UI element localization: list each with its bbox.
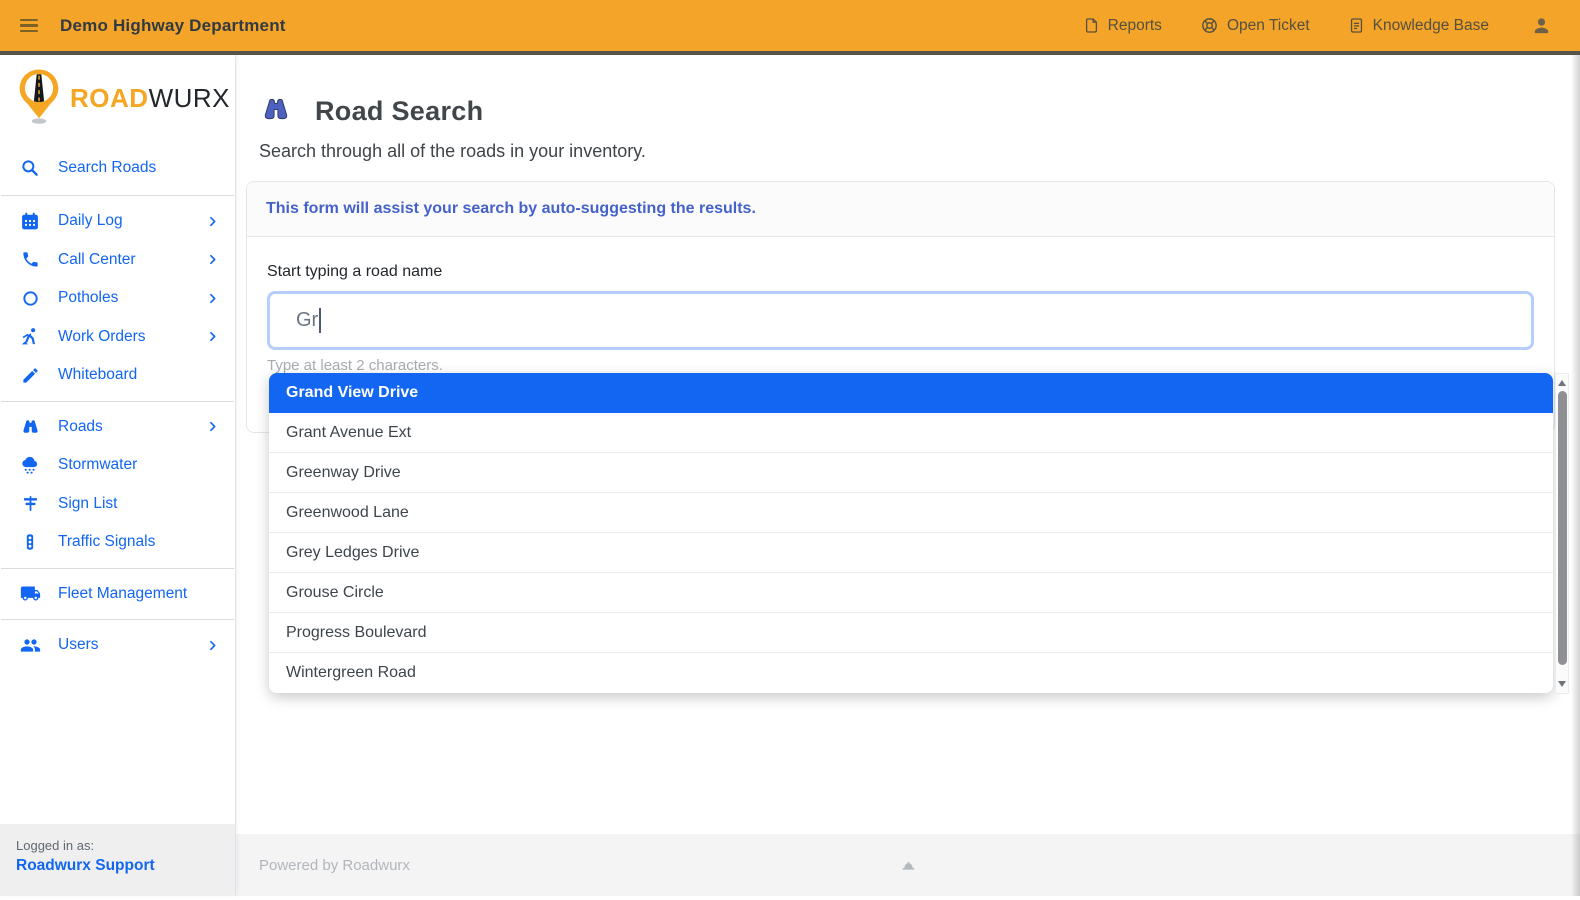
hard-hat-icon — [899, 857, 918, 874]
knowledge-base-link[interactable]: Knowledge Base — [1348, 16, 1489, 35]
open-ticket-label: Open Ticket — [1226, 16, 1310, 34]
sidebar-item-traffic-signals[interactable]: Traffic Signals — [0, 523, 235, 562]
binoculars-icon — [257, 93, 295, 130]
sidebar-item-label: Search Roads — [58, 159, 157, 176]
sidebar-item-label: Users — [58, 636, 99, 654]
suggestion-option[interactable]: Greenway Drive — [269, 453, 1553, 493]
scroll-up-arrow-icon[interactable] — [1558, 380, 1566, 386]
input-hint: Type at least 2 characters. — [267, 357, 443, 374]
divider — [1, 400, 234, 402]
sidebar-item-search-roads[interactable]: Search Roads — [0, 147, 235, 189]
scrollbar-thumb[interactable] — [1557, 391, 1567, 665]
doc-text-icon — [1348, 16, 1365, 35]
map-pin-road-icon — [17, 68, 61, 129]
binoculars-icon — [19, 416, 41, 437]
sidebar-item-label: Roads — [58, 417, 103, 435]
life-ring-icon — [1200, 16, 1219, 35]
sidebar-item-label: Daily Log — [58, 212, 123, 230]
file-icon — [1083, 16, 1100, 35]
page-title: Road Search — [315, 96, 484, 126]
reports-label: Reports — [1107, 16, 1162, 34]
chevron-right-icon — [206, 639, 219, 652]
roadwurx-logo[interactable]: ROADWURX — [0, 55, 235, 137]
sidebar-item-label: Whiteboard — [58, 366, 138, 384]
divider — [1, 619, 234, 620]
dropdown-scrollbar[interactable] — [1555, 373, 1569, 694]
suggestion-option[interactable]: Progress Boulevard — [269, 613, 1553, 653]
sidebar-item-whiteboard[interactable]: Whiteboard — [0, 356, 235, 395]
main-footer: Powered by Roadwurx — [236, 834, 1580, 896]
sidebar-item-label: Sign List — [58, 494, 118, 512]
form-info-text: This form will assist your search by aut… — [266, 200, 756, 217]
chevron-right-icon — [206, 292, 219, 305]
rain-cloud-icon — [19, 455, 41, 476]
sidebar: ROADWURX Search Roads Daily Log Call Cen… — [0, 55, 236, 896]
scroll-down-arrow-icon[interactable] — [1558, 681, 1566, 687]
autocomplete-dropdown: Grand View Drive Grant Avenue Ext Greenw… — [269, 373, 1553, 693]
sidebar-item-users[interactable]: Users — [0, 626, 235, 665]
sidebar-item-label: Fleet Management — [58, 584, 188, 602]
logo-wordmark: ROADWURX — [70, 83, 230, 113]
organization-title: Demo Highway Department — [60, 15, 286, 35]
sidebar-footer: Logged in as: Roadwurx Support — [0, 824, 235, 896]
sidebar-item-label: Traffic Signals — [58, 533, 156, 551]
hamburger-icon[interactable] — [20, 18, 38, 33]
sidebar-item-stormwater[interactable]: Stormwater — [0, 446, 235, 485]
sidebar-item-call-center[interactable]: Call Center — [0, 241, 235, 280]
traffic-light-icon — [19, 532, 41, 552]
pen-icon — [19, 366, 41, 385]
card-header: This form will assist your search by aut… — [247, 182, 1554, 237]
chevron-right-icon — [206, 330, 219, 343]
topbar-links: Reports Open Ticket Knowledge Base — [1083, 16, 1489, 35]
divider — [1, 567, 234, 569]
road-name-input-value: Gr — [296, 309, 319, 331]
suggestion-option[interactable]: Grouse Circle — [269, 573, 1553, 613]
card-body: Start typing a road name Gr Type at leas… — [247, 237, 1554, 374]
truck-icon — [19, 583, 41, 604]
circle-icon — [19, 289, 41, 308]
sidebar-item-label: Call Center — [58, 250, 136, 268]
topbar: Demo Highway Department Reports Open Tic… — [0, 0, 1580, 55]
sidebar-item-label: Potholes — [58, 289, 119, 307]
chevron-right-icon — [206, 253, 219, 266]
reports-link[interactable]: Reports — [1083, 16, 1162, 35]
suggestion-option[interactable]: Grey Ledges Drive — [269, 533, 1553, 573]
sidebar-item-label: Work Orders — [58, 327, 146, 345]
sidebar-item-sign-list[interactable]: Sign List — [0, 485, 235, 524]
sidebar-item-daily-log[interactable]: Daily Log — [0, 202, 235, 241]
sidebar-item-fleet-management[interactable]: Fleet Management — [0, 575, 235, 614]
main-content: Road Search Search through all of the ro… — [236, 55, 1580, 896]
logged-in-label: Logged in as: — [16, 838, 95, 853]
sidebar-item-potholes[interactable]: Potholes — [0, 279, 235, 318]
worker-icon — [19, 326, 41, 347]
street-sign-icon — [19, 494, 41, 513]
suggestion-option[interactable]: Grant Avenue Ext — [269, 413, 1553, 453]
text-caret — [319, 308, 322, 333]
powered-by-text: Powered by Roadwurx — [259, 856, 410, 874]
suggestion-option[interactable]: Greenwood Lane — [269, 493, 1553, 533]
sidebar-item-label: Stormwater — [58, 456, 138, 474]
logged-in-user-link[interactable]: Roadwurx Support — [16, 857, 219, 875]
sidebar-item-work-orders[interactable]: Work Orders — [0, 318, 235, 357]
suggestion-option-selected[interactable]: Grand View Drive — [269, 373, 1553, 413]
search-icon — [19, 158, 41, 178]
suggestion-option[interactable]: Wintergreen Road — [269, 653, 1553, 693]
divider — [1, 195, 234, 196]
users-icon — [19, 635, 41, 656]
chevron-right-icon — [206, 420, 219, 433]
page-subtitle: Search through all of the roads in your … — [259, 141, 646, 161]
knowledge-base-label: Knowledge Base — [1372, 16, 1489, 34]
calendar-icon — [19, 211, 41, 231]
chevron-right-icon — [206, 215, 219, 228]
user-icon[interactable] — [1531, 15, 1552, 36]
phone-icon — [19, 250, 41, 269]
road-name-label: Start typing a road name — [267, 263, 443, 280]
sidebar-item-roads[interactable]: Roads — [0, 408, 235, 447]
sidebar-nav: Search Roads Daily Log Call Center Potho… — [0, 137, 235, 665]
open-ticket-link[interactable]: Open Ticket — [1200, 16, 1310, 35]
road-name-input[interactable]: Gr — [267, 291, 1534, 350]
